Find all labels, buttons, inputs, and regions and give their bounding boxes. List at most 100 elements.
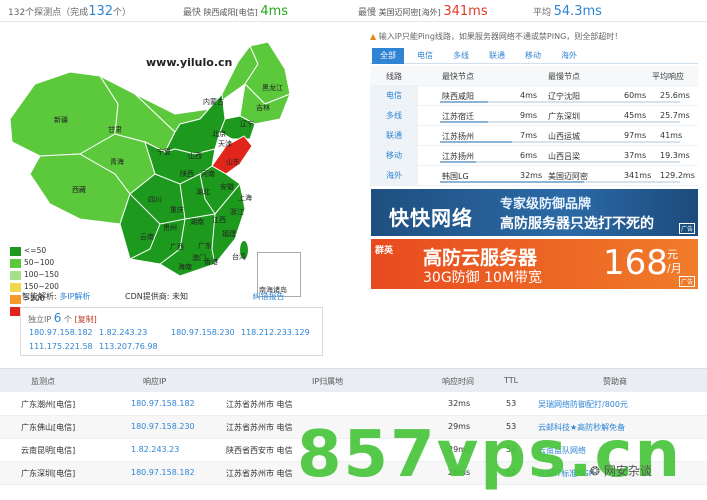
line-table-header: 线路 最快节点 最慢节点 平均响应 — [370, 66, 698, 86]
notice-text: 输入IP只能Ping线路，如果服务器网络不通或禁PING，则全部超时！ — [378, 32, 623, 41]
tab-mobile[interactable]: 移动 — [518, 48, 548, 64]
latency-bar — [440, 101, 680, 103]
line-type[interactable]: 移动 — [370, 146, 418, 165]
map-label: 天津 — [218, 140, 232, 148]
line-type[interactable]: 海外 — [370, 166, 418, 185]
ip-location: 江苏省苏州市 电信 — [226, 400, 293, 409]
watermark: 857vps.cn — [297, 418, 683, 492]
tab-all[interactable]: 全部 — [372, 48, 404, 64]
ad-banner-qunying[interactable]: 群英 高防云服务器 30G防御 10M带宽 168 元/月 广告 — [371, 239, 698, 289]
copy-link[interactable]: [复制] — [74, 315, 96, 324]
map-label: 上海 — [238, 193, 252, 202]
fast-ms: 4ms — [520, 91, 538, 100]
ad2-brand: 群英 — [375, 246, 394, 256]
multi-ip-link[interactable]: 多IP解析 — [59, 292, 90, 301]
map-label: 青海 — [110, 157, 124, 166]
map-label: 山东 — [226, 157, 240, 166]
line-row: 联通 江苏扬州 7ms 山西运城 97ms 41ms — [370, 126, 698, 146]
map-label: 江西 — [212, 216, 226, 224]
tab-overseas[interactable]: 海外 — [554, 48, 584, 64]
legend-item: 50~100 — [10, 257, 59, 269]
ip-link[interactable]: 180.97.158.230 — [171, 328, 235, 337]
map-label: 宁夏 — [157, 147, 171, 156]
fast-ms: 6ms — [520, 151, 538, 160]
ip-link[interactable]: 180.97.158.182 — [29, 328, 93, 337]
ip-link[interactable]: 1.82.243.23 — [99, 328, 147, 337]
legend-swatch — [10, 246, 21, 256]
line-row: 多线 江苏宿迁 9ms 广东深圳 45ms 25.7ms — [370, 106, 698, 126]
warning-icon: ▲ — [370, 32, 377, 41]
col-ip: 响应IP — [143, 377, 167, 386]
ad2-subtitle: 30G防御 10M带宽 — [423, 270, 543, 286]
ad1-line2: 高防服务器只选打不死的 — [500, 216, 654, 232]
map-label: 台湾 — [232, 252, 246, 261]
legend-swatch — [10, 282, 21, 292]
line-type[interactable]: 电信 — [370, 86, 418, 105]
ad-banner-kuaikuai[interactable]: 快快网络 专家级防御品牌 高防服务器只选打不死的 广告 — [371, 189, 698, 236]
map-label: 辽宁 — [240, 119, 254, 128]
response-ip[interactable]: 180.97.158.230 — [131, 422, 195, 431]
slow-ms: 97ms — [624, 131, 647, 140]
probe-text: 132个探测点（完成 — [8, 8, 89, 18]
unique-ip-box: 独立IP 6 个 [复制] 180.97.158.182 1.82.243.23… — [20, 307, 323, 356]
tab-telecom[interactable]: 电信 — [410, 48, 440, 64]
ad2-tag: 广告 — [678, 276, 695, 287]
line-type[interactable]: 多线 — [370, 106, 418, 125]
node-name: 广东潮州[电信] — [21, 400, 76, 409]
col-time: 响应时间 — [442, 377, 474, 386]
ad2-unit-month: /月 — [667, 262, 682, 275]
map-label: 新疆 — [54, 115, 68, 124]
ad2-unit: 元/月 — [667, 248, 682, 276]
map-label: 香港 — [204, 257, 218, 266]
map-label: 甘肃 — [108, 125, 122, 134]
probe-done: 132 — [88, 4, 114, 19]
tab-multi[interactable]: 多线 — [446, 48, 476, 64]
col-node: 监测点 — [31, 377, 55, 386]
map-label: 陕西 — [180, 169, 194, 178]
ip-link[interactable]: 113.207.76.98 — [99, 342, 158, 351]
legend-item: 100~150 — [10, 269, 59, 281]
map-label: 吉林 — [256, 103, 270, 112]
col-ttl: TTL — [504, 376, 519, 385]
latency-bar-fill — [440, 141, 512, 143]
results-header: 监测点 响应IP IP归属地 响应时间 TTL 赞助商 — [0, 368, 707, 392]
col-line: 线路 — [386, 72, 402, 81]
avg-label: 平均 — [533, 8, 552, 18]
latency-bar — [440, 121, 680, 123]
avg-ms: 19.3ms — [660, 151, 690, 160]
latency-bar-fill — [440, 181, 584, 183]
tab-unicom[interactable]: 联通 — [482, 48, 512, 64]
node-name: 广东佛山[电信] — [21, 423, 76, 432]
slow-ms: 45ms — [624, 111, 647, 120]
line-tabs: 全部 电信 多线 联通 移动 海外 — [370, 48, 698, 64]
response-ip[interactable]: 180.97.158.182 — [131, 468, 195, 477]
latency-bar-fill — [440, 161, 476, 163]
ip-link[interactable]: 111.175.221.58 — [29, 342, 93, 351]
avg-ms: 41ms — [660, 131, 683, 140]
ip-location: 江苏省苏州市 电信 — [226, 423, 293, 432]
map-label: 湖南 — [190, 217, 204, 226]
slowest-ms: 341ms — [443, 4, 488, 19]
legend-label: 50~100 — [24, 258, 55, 267]
ad1-tag: 广告 — [678, 223, 695, 234]
probe-tail: 个） — [113, 8, 132, 18]
fast-ms: 32ms — [520, 171, 543, 180]
avg-ms: 25.6ms — [660, 91, 690, 100]
col-avg: 平均响应 — [652, 72, 684, 81]
map-label: 重庆 — [170, 205, 184, 214]
line-type[interactable]: 联通 — [370, 126, 418, 145]
latency-bar-fill — [440, 101, 488, 103]
response-ip[interactable]: 1.82.243.23 — [131, 445, 179, 454]
map-label: 黑龙江 — [262, 83, 283, 92]
error-report-link[interactable]: 纠错报告 — [253, 292, 285, 301]
legend-item: <=50 — [10, 245, 59, 257]
ip-link[interactable]: 118.212.233.129 — [241, 328, 310, 337]
line-row: 海外 韩国LG 32ms 美国迈阿密 341ms 129.2ms — [370, 166, 698, 186]
sponsor-link[interactable]: 吴瑞网络防御配打/800元 — [538, 399, 628, 410]
response-time: 32ms — [448, 399, 471, 408]
response-ip[interactable]: 180.97.158.182 — [131, 399, 195, 408]
legend-swatch — [10, 294, 21, 304]
wechat-icon: ❂ — [590, 464, 604, 478]
map-label: 山西 — [188, 151, 202, 160]
slowest-host: 美国迈阿密[海外] — [378, 8, 441, 17]
